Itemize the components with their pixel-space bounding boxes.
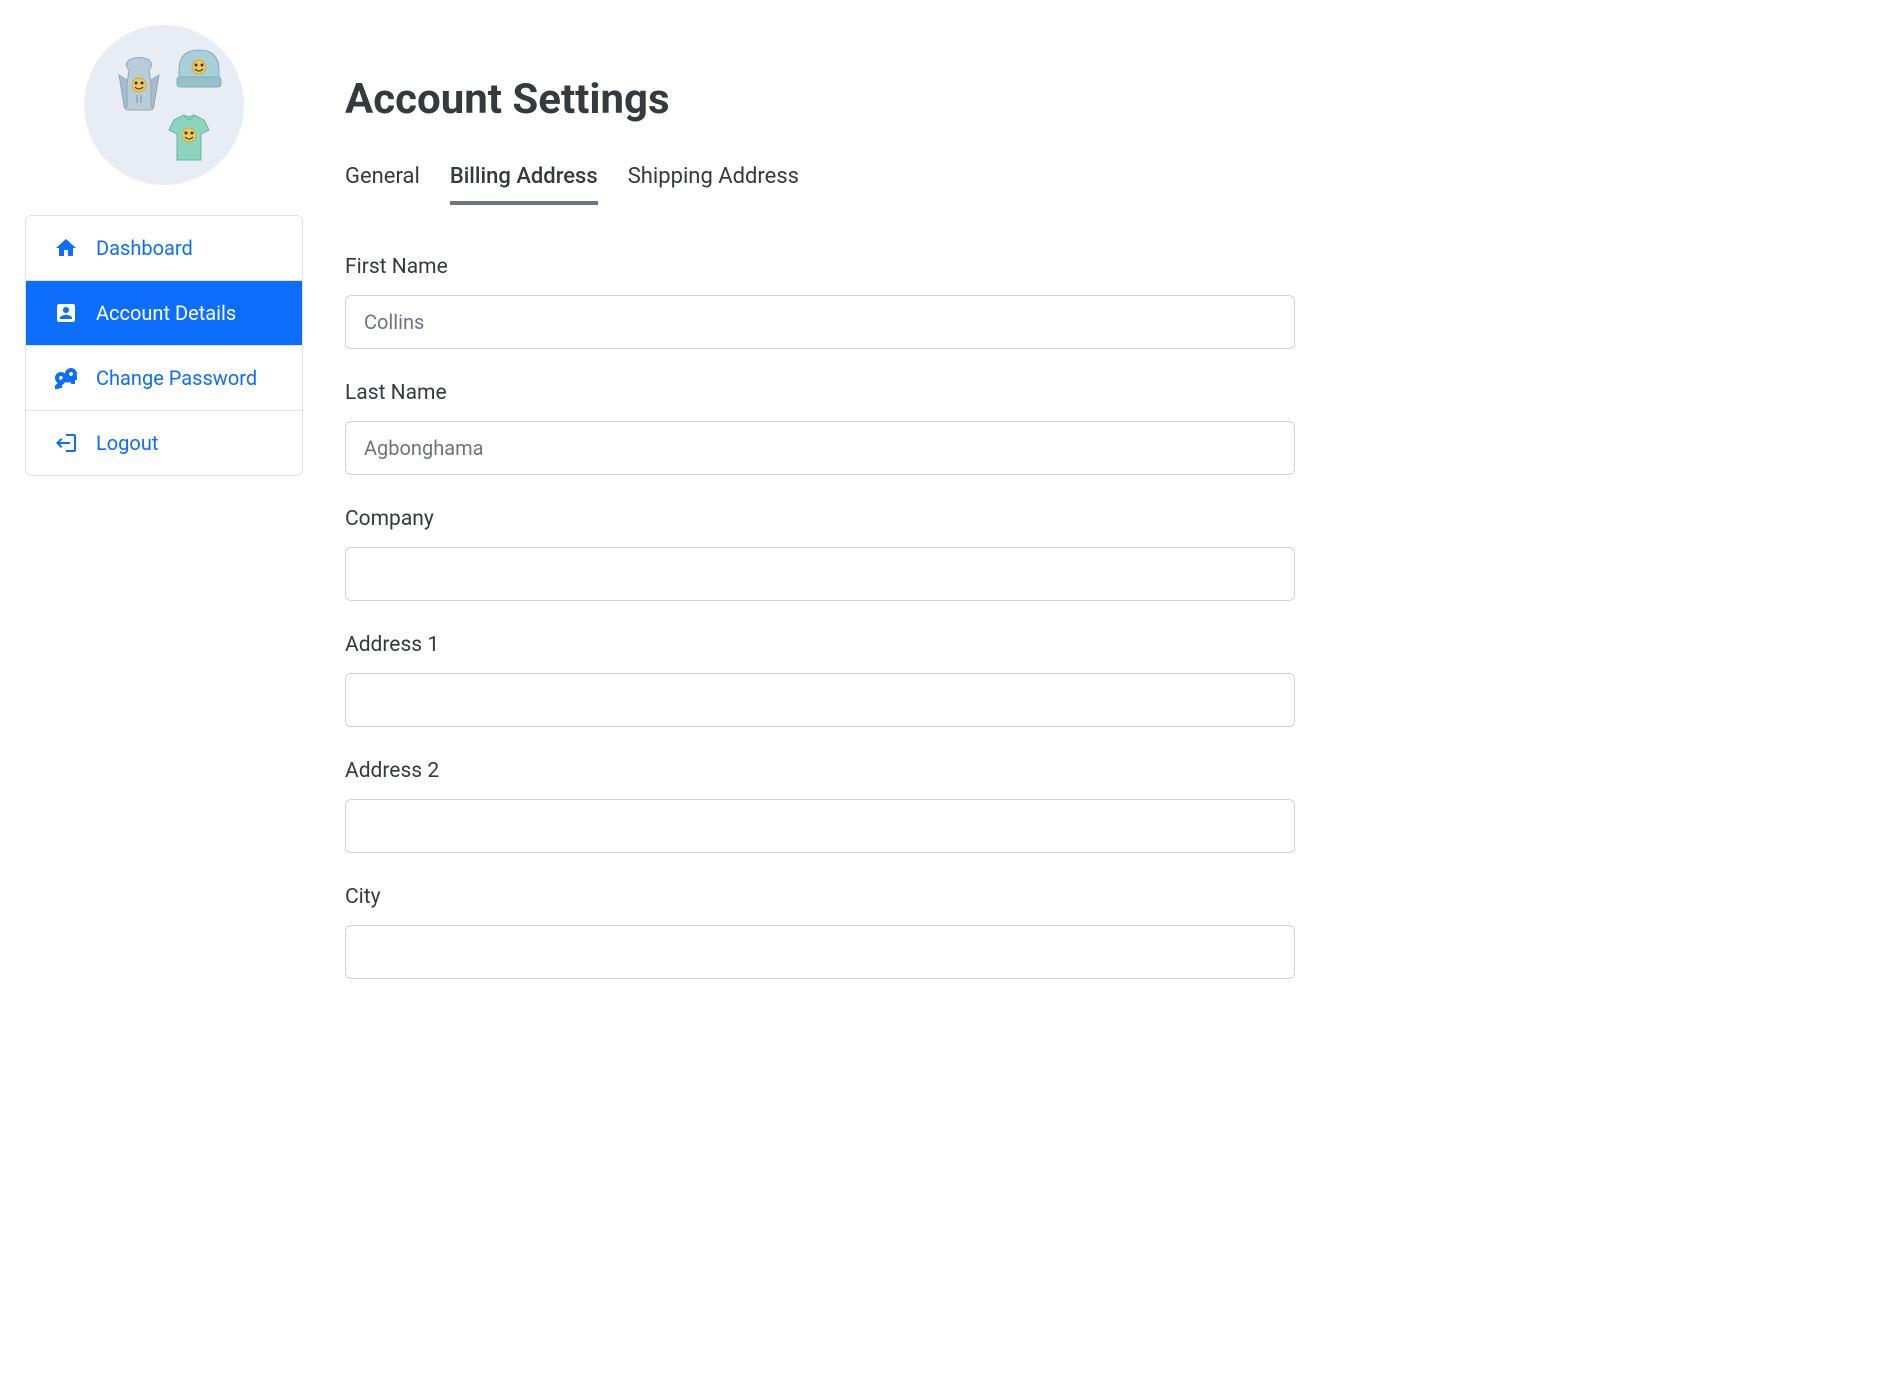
- address-2-label: Address 2: [345, 759, 1295, 783]
- address-1-label: Address 1: [345, 633, 1295, 657]
- first-name-label: First Name: [345, 255, 1295, 279]
- avatar-image: [84, 25, 244, 185]
- logout-icon: [54, 431, 78, 455]
- address-2-input[interactable]: [345, 799, 1295, 853]
- page-title: Account Settings: [345, 75, 1295, 124]
- company-label: Company: [345, 507, 1295, 531]
- tabs: General Billing Address Shipping Address: [345, 164, 1295, 205]
- sidebar: Dashboard Account Details Change Passwor…: [25, 25, 303, 1011]
- city-input[interactable]: [345, 925, 1295, 979]
- sidebar-nav: Dashboard Account Details Change Passwor…: [25, 215, 303, 476]
- last-name-label: Last Name: [345, 381, 1295, 405]
- avatar: [84, 25, 244, 185]
- tab-shipping-address[interactable]: Shipping Address: [628, 164, 799, 205]
- first-name-input[interactable]: [345, 295, 1295, 349]
- sidebar-item-account-details[interactable]: Account Details: [26, 281, 302, 346]
- city-label: City: [345, 885, 1295, 909]
- key-icon: [54, 366, 78, 390]
- sidebar-item-label: Logout: [96, 431, 158, 455]
- main-content: Account Settings General Billing Address…: [345, 25, 1295, 1011]
- billing-address-form: First Name Last Name Company Address 1 A…: [345, 255, 1295, 979]
- sidebar-item-label: Dashboard: [96, 236, 193, 260]
- sidebar-item-label: Account Details: [96, 301, 236, 325]
- tab-billing-address[interactable]: Billing Address: [450, 164, 598, 205]
- sidebar-item-logout[interactable]: Logout: [26, 411, 302, 475]
- sidebar-item-change-password[interactable]: Change Password: [26, 346, 302, 411]
- tab-general[interactable]: General: [345, 164, 420, 205]
- last-name-input[interactable]: [345, 421, 1295, 475]
- sidebar-item-label: Change Password: [96, 366, 257, 390]
- home-icon: [54, 236, 78, 260]
- sidebar-item-dashboard[interactable]: Dashboard: [26, 216, 302, 281]
- person-card-icon: [54, 301, 78, 325]
- address-1-input[interactable]: [345, 673, 1295, 727]
- company-input[interactable]: [345, 547, 1295, 601]
